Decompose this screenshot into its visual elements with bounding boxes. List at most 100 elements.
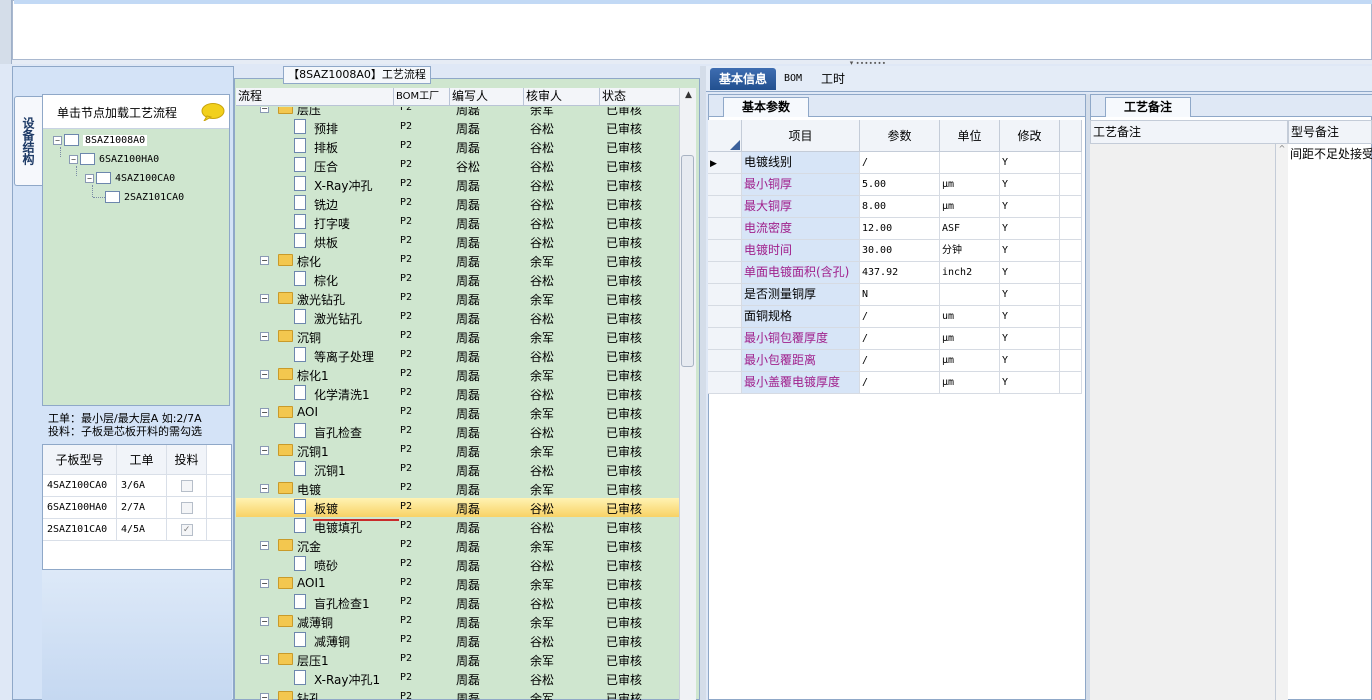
row-selector[interactable] xyxy=(708,328,742,349)
param-value[interactable]: / xyxy=(860,328,940,349)
row-selector[interactable] xyxy=(708,350,742,371)
process-step-row[interactable]: 沉铜1 P2 周磊 谷松 已审核 xyxy=(236,460,679,479)
feed-checkbox-checked[interactable]: ✓ xyxy=(180,523,193,536)
process-group-row[interactable]: − 层压1 P2 周磊 余军 已审核 xyxy=(236,650,679,669)
process-remark-field[interactable] xyxy=(1090,144,1276,700)
row-selector[interactable] xyxy=(708,306,742,327)
row-selector[interactable] xyxy=(708,372,742,393)
collapse-icon[interactable]: − xyxy=(260,256,269,265)
param-value[interactable]: 30.00 xyxy=(860,240,940,261)
column-header-model-remark[interactable]: 型号备注 xyxy=(1288,120,1372,144)
process-step-row[interactable]: 盲孔检查1 P2 周磊 谷松 已审核 xyxy=(236,593,679,612)
collapse-icon[interactable]: − xyxy=(260,541,269,550)
column-header-process-remark[interactable]: 工艺备注 xyxy=(1090,120,1288,144)
process-group-row[interactable]: − 激光钻孔 P2 周磊 余军 已审核 xyxy=(236,289,679,308)
process-group-row[interactable]: − 电镀 P2 周磊 余军 已审核 xyxy=(236,479,679,498)
process-group-row[interactable]: − AOI1 P2 周磊 余军 已审核 xyxy=(236,574,679,593)
param-value[interactable]: 8.00 xyxy=(860,196,940,217)
column-header-bom-factory[interactable]: BOM工厂 xyxy=(394,88,450,106)
cell-order[interactable]: 4/5A xyxy=(117,519,167,540)
process-step-row[interactable]: 喷砂 P2 周磊 谷松 已审核 xyxy=(236,555,679,574)
row-selector[interactable] xyxy=(708,196,742,217)
column-header-modify[interactable]: 修改 xyxy=(1000,120,1060,152)
column-header-writer[interactable]: 编写人 xyxy=(450,88,524,106)
scrollbar-thumb[interactable] xyxy=(681,155,694,367)
row-selector[interactable] xyxy=(708,174,742,195)
process-step-row[interactable]: 排板 P2 周磊 谷松 已审核 xyxy=(236,137,679,156)
process-step-row[interactable]: 盲孔检查 P2 周磊 谷松 已审核 xyxy=(236,422,679,441)
tab-process-remark[interactable]: 工艺备注 xyxy=(1105,97,1191,117)
scroll-up-icon[interactable]: ▲ xyxy=(680,90,697,104)
process-step-row[interactable]: 烘板 P2 周磊 谷松 已审核 xyxy=(236,232,679,251)
column-header[interactable]: 投料 xyxy=(167,445,207,474)
collapse-icon[interactable]: − xyxy=(260,617,269,626)
param-row[interactable]: 是否测量铜厚 N Y xyxy=(708,284,1082,306)
row-selector[interactable] xyxy=(708,284,742,305)
process-step-row[interactable]: 预排 P2 周磊 谷松 已审核 xyxy=(236,118,679,137)
param-value[interactable]: 437.92 xyxy=(860,262,940,283)
model-remark-text[interactable]: 间距不足处接受 xyxy=(1290,145,1372,162)
process-step-row[interactable]: 打字唛 P2 周磊 谷松 已审核 xyxy=(236,213,679,232)
speech-bubble-icon[interactable] xyxy=(201,103,225,121)
column-header-checker[interactable]: 核审人 xyxy=(524,88,600,106)
scroll-up-icon[interactable]: ^ xyxy=(1279,144,1286,153)
collapse-icon[interactable]: − xyxy=(260,294,269,303)
process-step-row[interactable]: 减薄铜 P2 周磊 谷松 已审核 xyxy=(236,631,679,650)
param-row[interactable]: 最小包覆距离 / μm Y xyxy=(708,350,1082,372)
collapse-icon[interactable]: − xyxy=(85,173,94,183)
column-header[interactable]: 子板型号 xyxy=(43,445,117,474)
process-step-row[interactable]: 化学清洗1 P2 周磊 谷松 已审核 xyxy=(236,384,679,403)
param-value[interactable]: 12.00 xyxy=(860,218,940,239)
remark-scrollbar[interactable]: ^ xyxy=(1276,144,1288,700)
process-group-row[interactable]: − 钻孔 P2 周磊 余军 已审核 xyxy=(236,688,679,700)
process-group-row[interactable]: − 沉铜1 P2 周磊 余军 已审核 xyxy=(236,441,679,460)
row-selector[interactable]: ▶ xyxy=(708,152,742,173)
tree-node[interactable]: − 4SAZ100CA0 xyxy=(85,169,175,187)
param-value[interactable]: / xyxy=(860,306,940,327)
param-row[interactable]: 单面电镀面积(含孔) 437.92 inch2 Y xyxy=(708,262,1082,284)
collapse-icon[interactable]: − xyxy=(69,154,78,164)
param-value[interactable]: 5.00 xyxy=(860,174,940,195)
collapse-icon[interactable]: − xyxy=(260,408,269,417)
param-row[interactable]: 面铜规格 / um Y xyxy=(708,306,1082,328)
table-row[interactable]: 6SAZ100HA0 2/7A xyxy=(43,497,231,519)
collapse-icon[interactable]: − xyxy=(260,579,269,588)
process-step-row[interactable]: X-Ray冲孔 P2 周磊 谷松 已审核 xyxy=(236,175,679,194)
param-value[interactable]: / xyxy=(860,152,940,173)
collapse-icon[interactable]: − xyxy=(260,693,269,700)
row-selector[interactable] xyxy=(708,218,742,239)
collapse-icon[interactable]: − xyxy=(53,135,62,145)
param-value[interactable]: N xyxy=(860,284,940,305)
row-selector[interactable] xyxy=(708,262,742,283)
column-header-item[interactable]: 项目 xyxy=(742,120,860,152)
vertical-splitter[interactable] xyxy=(700,66,706,700)
param-value[interactable]: / xyxy=(860,372,940,393)
process-step-row[interactable]: 电镀填孔 P2 周磊 谷松 已审核 xyxy=(236,517,679,536)
process-group-row[interactable]: − 棕化1 P2 周磊 余军 已审核 xyxy=(236,365,679,384)
tree-node[interactable]: − 6SAZ100HA0 xyxy=(69,150,159,168)
process-group-row[interactable]: − 沉金 P2 周磊 余军 已审核 xyxy=(236,536,679,555)
collapse-icon[interactable]: − xyxy=(260,332,269,341)
process-group-row[interactable]: − 棕化 P2 周磊 余军 已审核 xyxy=(236,251,679,270)
process-step-row[interactable]: 铣边 P2 周磊 谷松 已审核 xyxy=(236,194,679,213)
process-group-row[interactable]: − 减薄铜 P2 周磊 余军 已审核 xyxy=(236,612,679,631)
collapse-icon[interactable]: − xyxy=(260,655,269,664)
tree-node-root[interactable]: − 8SAZ1008A0 xyxy=(53,131,148,149)
param-value[interactable]: / xyxy=(860,350,940,371)
tab-equipment-structure[interactable]: 设备结构 xyxy=(14,96,42,186)
param-row[interactable]: 最大铜厚 8.00 μm Y xyxy=(708,196,1082,218)
process-step-row[interactable]: 棕化 P2 周磊 谷松 已审核 xyxy=(236,270,679,289)
process-step-row[interactable]: 板镀 P2 周磊 谷松 已审核 xyxy=(236,498,679,517)
tab-bom[interactable]: BOM xyxy=(778,68,808,90)
param-row[interactable]: 最小铜包覆厚度 / μm Y xyxy=(708,328,1082,350)
process-group-row[interactable]: − AOI P2 周磊 余军 已审核 xyxy=(236,403,679,422)
feed-checkbox[interactable] xyxy=(180,479,193,492)
tab-basic-info[interactable]: 基本信息 xyxy=(710,68,776,90)
process-step-row[interactable]: 压合 P2 谷松 谷松 已审核 xyxy=(236,156,679,175)
column-header-flow[interactable]: 流程 xyxy=(236,88,394,106)
column-header-param[interactable]: 参数 xyxy=(860,120,940,152)
table-row[interactable]: 4SAZ100CA0 3/6A xyxy=(43,475,231,497)
param-row[interactable]: 最小盖覆电镀厚度 / μm Y xyxy=(708,372,1082,394)
table-row[interactable]: 2SAZ101CA0 4/5A ✓ xyxy=(43,519,231,541)
cell-order[interactable]: 2/7A xyxy=(117,497,167,518)
